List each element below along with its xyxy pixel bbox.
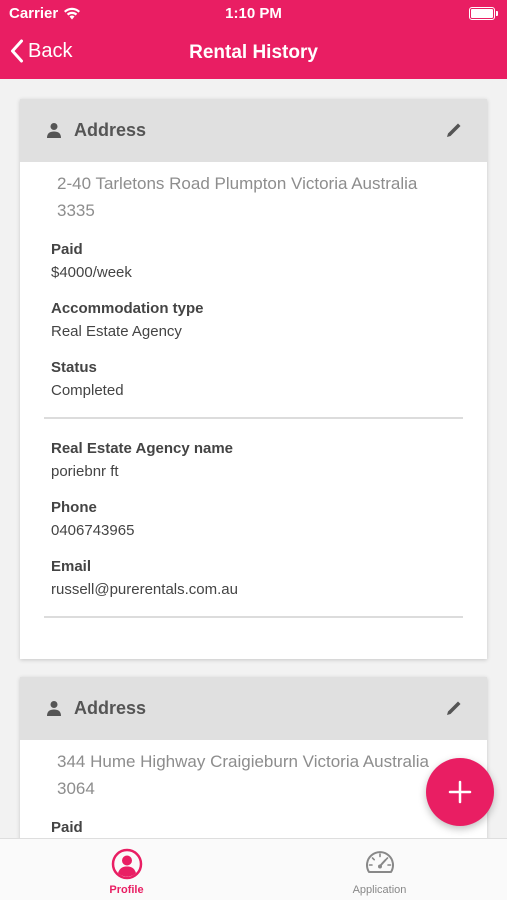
battery-icon [469,7,498,20]
phone-label: Phone [51,499,97,516]
accommodation-field: Accommodation type Real Estate Agency [51,299,463,344]
accommodation-value: Real Estate Agency [51,323,182,340]
agency-label: Real Estate Agency name [51,440,234,457]
status-bar: Carrier 1:10 PM [0,0,507,28]
page-title: Rental History [189,42,318,63]
address-text: 344 Hume Highway Craigieburn Victoria Au… [57,752,429,798]
accommodation-label: Accommodation type [51,300,204,317]
paid-field: Paid [51,818,463,838]
agency-field: Real Estate Agency name poriebnr ft [51,439,463,484]
edit-icon[interactable] [445,699,463,717]
person-icon [47,123,61,138]
rental-details: Paid $4000/week Accommodation type Real … [51,240,463,403]
tab-application[interactable]: Application [253,839,506,900]
person-icon [47,701,61,716]
tab-profile-label: Profile [109,884,144,896]
divider [44,616,463,618]
add-rental-button[interactable] [426,758,494,826]
paid-label: Paid [51,819,83,836]
card-header-label: Address [74,698,147,718]
clock: 1:10 PM [225,5,282,22]
paid-field: Paid $4000/week [51,240,463,285]
phone-field: Phone 0406743965 [51,498,463,543]
email-value: russell@purerentals.com.au [51,581,238,598]
card-header-label: Address [74,120,147,140]
agency-details: Real Estate Agency name poriebnr ft Phon… [51,439,463,602]
tab-profile[interactable]: Profile [0,839,253,900]
email-field: Email russell@purerentals.com.au [51,557,463,602]
agency-value: poriebnr ft [51,463,119,480]
status-label: Status [51,359,97,376]
paid-label: Paid [51,241,83,258]
tab-application-label: Application [352,884,407,896]
profile-icon [111,848,142,880]
plus-icon [448,780,472,804]
edit-icon[interactable] [445,121,463,139]
nav-bar: Back Rental History [0,28,507,79]
tab-bar: Profile Application [0,838,507,900]
rental-record-card: Address 344 Hume Highway Craigieburn Vic… [20,677,487,838]
card-header: Address [20,99,487,162]
divider [44,417,463,419]
speedometer-icon [365,851,394,873]
address-text: 2-40 Tarletons Road Plumpton Victoria Au… [57,174,418,220]
email-label: Email [51,558,92,575]
rental-details: Paid [51,818,463,838]
rental-history-list[interactable]: Address 2-40 Tarletons Road Plumpton Vic… [0,79,507,838]
status-field: Status Completed [51,358,463,403]
card-header: Address [20,677,487,740]
rental-record-card: Address 2-40 Tarletons Road Plumpton Vic… [20,99,487,659]
status-value: Completed [51,382,124,399]
phone-value: 0406743965 [51,522,135,539]
paid-value: $4000/week [51,264,132,281]
